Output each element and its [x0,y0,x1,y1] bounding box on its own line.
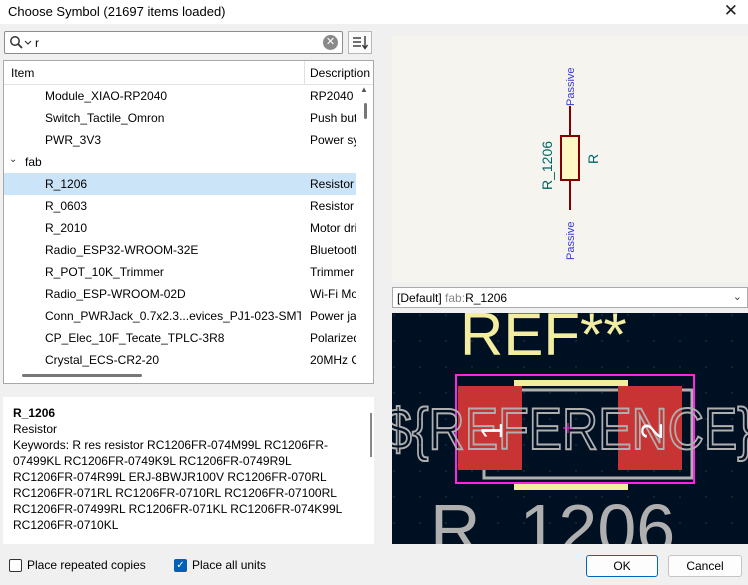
tree-row[interactable]: Conn_PWRJack_0.7x2.3...evices_PJ1-023-SM… [4,305,356,327]
pad-2-label: 2 [636,423,669,440]
tree-row-name: PWR_3V3 [45,133,102,147]
footprint-value-text: R_1206 [430,490,675,544]
tree-row-name: R_1206 [45,177,88,191]
tree-row-description: RP2040 XIAO [310,89,356,103]
footprint-name: R_1206 [465,291,508,305]
tree-row-name: Conn_PWRJack_0.7x2.3...evices_PJ1-023-SM… [45,309,301,323]
checkbox-box[interactable] [9,559,22,572]
tree-row-description: Wi-Fi Module [310,287,356,301]
check-icon[interactable]: ✓ [174,559,187,572]
tree-row-description: Trimmer [310,265,355,279]
vertical-scrollbar[interactable]: ▲ [358,85,373,381]
tree-header: Item Description [4,61,373,85]
column-header-description[interactable]: Description [310,66,370,80]
tree-row[interactable]: PWR_3V3 Power symbol [4,129,356,151]
sort-icon [353,36,369,50]
footprint-selected-value: [Default] fab:R_1206 [397,291,507,305]
details-keywords: Keywords: R res resistor RC1206FR-074M99… [13,438,342,532]
symbol-value: R_1206 [539,141,555,190]
tree-row[interactable]: Radio_ESP-WROOM-02D Wi-Fi Module [4,283,356,305]
tree-rows: Module_XIAO-RP2040 RP2040 XIAO Switch_Tact… [4,85,356,371]
tree-row-description: Push button [310,111,356,125]
pad-1-label: 1 [476,423,509,440]
tree-row-name: R_2010 [45,221,88,235]
details-name: R_1206 [13,406,56,420]
tree-row[interactable]: R_2010 Motor driver [4,217,356,239]
tree-row-name: CP_Elec_10F_Tecate_TPLC-3R8 [45,331,225,345]
search-input[interactable] [35,34,315,51]
scroll-thumb[interactable] [364,103,367,119]
horizontal-scrollbar[interactable] [4,367,358,383]
tree-row-name: R_0603 [45,199,88,213]
tree-row-description: Motor driver [310,221,356,235]
footprint-variant: [Default] [397,291,446,305]
tree-row[interactable]: Radio_ESP32-WROOM-32E Bluetooth [4,239,356,261]
details-description: Resistor [13,422,58,436]
column-header-item[interactable]: Item [11,66,34,80]
column-separator[interactable] [304,61,305,85]
footprint-preview: REF** ${REFERENCE} 1 2 R_1206 [392,313,748,544]
symbol-reference: R [585,154,601,164]
tree-row-name: Switch_Tactile_Omron [45,111,165,125]
tree-row[interactable]: R_POT_10K_Trimmer Trimmer [4,261,356,283]
footprint-reference-text: ${REFERENCE} [392,397,748,462]
pin-type-top: Passive [565,67,577,106]
scroll-up-icon[interactable]: ▲ [360,85,368,94]
tree-row-description: Bluetooth [310,243,356,257]
sort-button[interactable] [348,31,372,54]
tree-row[interactable]: R_0603 Resistor [4,195,356,217]
tree-row[interactable]: Module_XIAO-RP2040 RP2040 XIAO [4,85,356,107]
tree-row-description: Power symbol [310,133,356,147]
tree-group-row[interactable]: ⌄ fab [4,151,356,173]
tree-row-name: Crystal_ECS-CR2-20 [45,353,160,367]
close-icon[interactable]: ✕ [724,1,738,21]
tree-row-description: Resistor [310,177,355,191]
tree-row-description: Resistor [310,199,355,213]
tree-row-name: Radio_ESP-WROOM-02D [45,287,186,301]
symbol-preview: Passive Passive R_1206 R [392,36,748,282]
pin-type-bottom: Passive [565,221,577,260]
tree-row[interactable]: R_1206 Resistor [4,173,356,195]
tree-row-description: Power jack [310,309,356,323]
chevron-down-icon[interactable]: ⌄ [9,154,17,165]
clear-search-icon[interactable]: ✕ [323,35,338,50]
title-bar: Choose Symbol (21697 items loaded) ✕ [0,0,748,24]
ok-button[interactable]: OK [586,555,658,577]
tree-row[interactable]: Switch_Tactile_Omron Push button [4,107,356,129]
symbol-details: R_1206 Resistor Keywords: R res resistor… [3,397,374,544]
tree-row-name: Radio_ESP32-WROOM-32E [45,243,199,257]
search-box[interactable]: ✕ [4,31,343,54]
tree-row-name: R_POT_10K_Trimmer [45,265,164,279]
splitter-handle[interactable] [370,413,372,457]
window-title: Choose Symbol (21697 items loaded) [8,4,226,19]
scroll-thumb[interactable] [22,374,142,377]
search-icon[interactable] [9,35,33,51]
tree-row-name: Module_XIAO-RP2040 [45,89,168,103]
tree-row[interactable]: CP_Elec_10F_Tecate_TPLC-3R8 Polarized [4,327,356,349]
footprint-library: fab [445,291,462,305]
footprint-select[interactable]: [Default] fab:R_1206 ⌄ [392,287,748,308]
resistor-body [560,135,580,181]
place-repeated-label[interactable]: Place repeated copies [27,558,146,572]
chevron-down-icon[interactable]: ⌄ [733,290,742,303]
tree-row-description: 20MHz Crystal [310,353,356,367]
tree-row-description: Polarized [310,331,356,345]
symbol-tree[interactable]: Item Description Module_XIAO-RP2040 RP204… [3,60,374,384]
cancel-button[interactable]: Cancel [668,555,742,577]
footprint-ref-text: REF** [460,313,627,368]
tree-row-name: fab [25,155,42,169]
place-all-units-label[interactable]: Place all units [192,558,266,572]
